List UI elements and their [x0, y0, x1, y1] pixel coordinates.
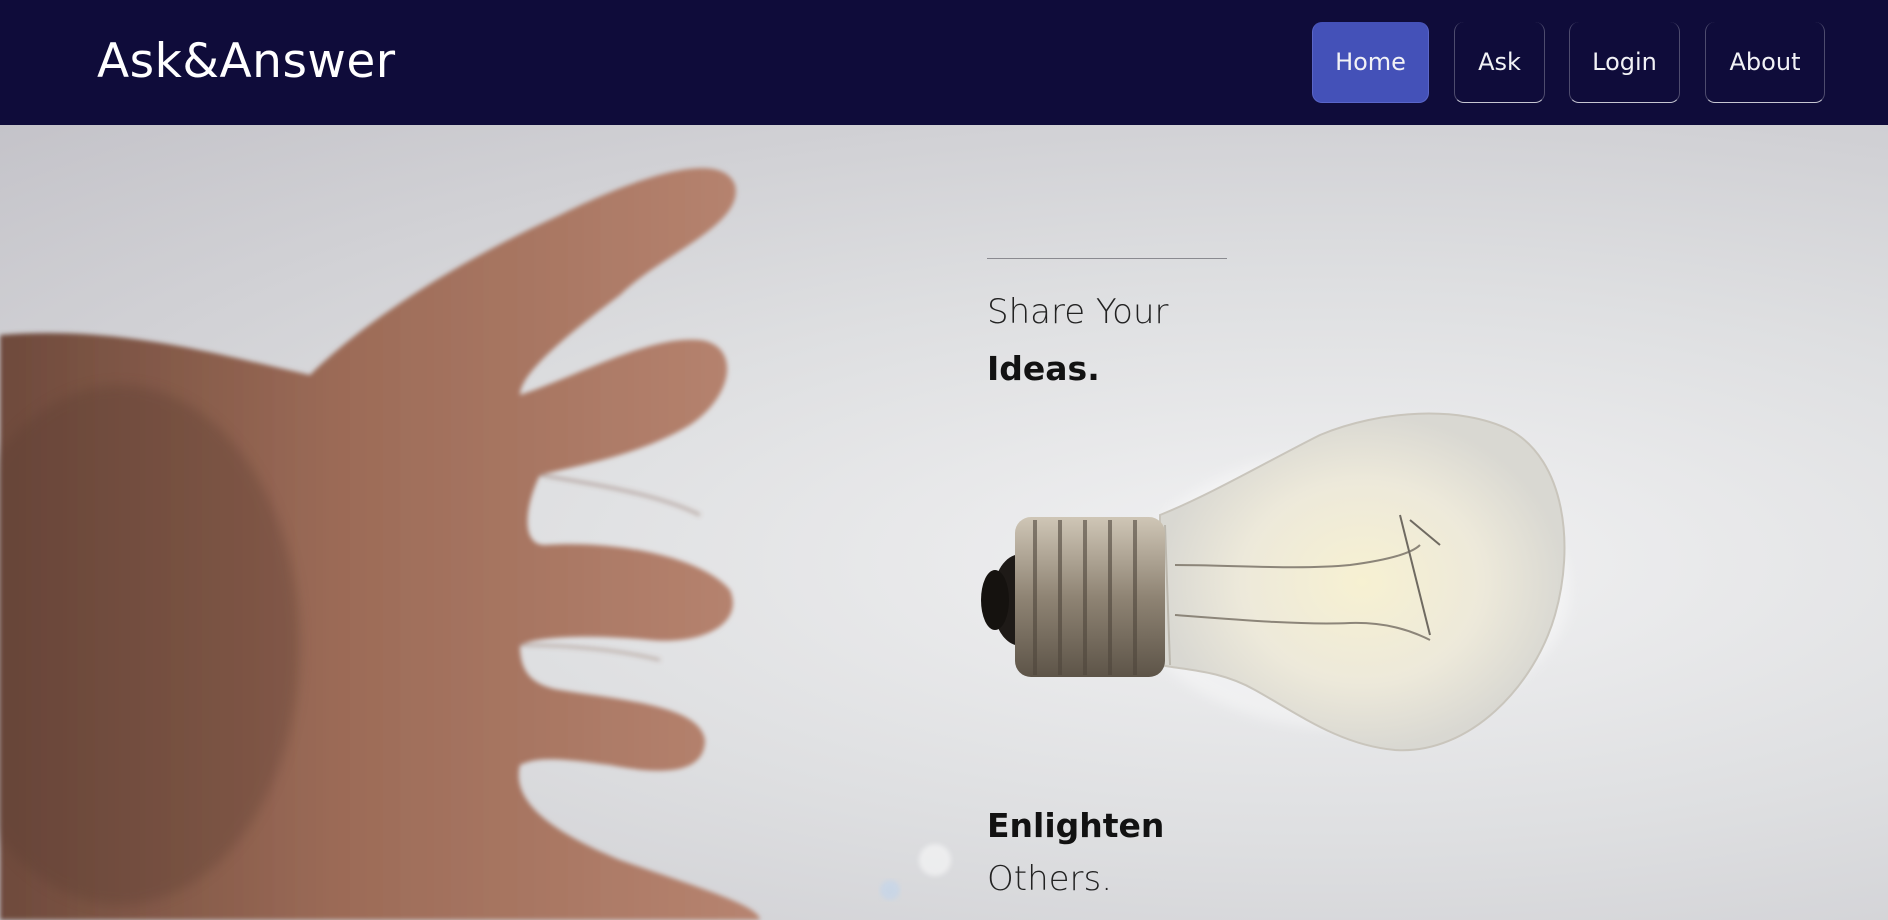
nav-links: Home Ask Login About: [0, 22, 1888, 104]
hero-section: Share Your Ideas. Enlighten Others.: [0, 125, 1888, 920]
nav-ask-button[interactable]: Ask: [1454, 22, 1545, 103]
hero-image: [0, 168, 1570, 920]
navbar: Ask&Answer Home Ask Login About: [0, 0, 1888, 125]
nav-about-button[interactable]: About: [1705, 22, 1825, 103]
nav-home-button[interactable]: Home: [1312, 22, 1429, 103]
nav-login-button[interactable]: Login: [1569, 22, 1680, 103]
hero-line-ideas: Ideas.: [987, 349, 1100, 388]
hero-line-others: Others.: [987, 859, 1113, 899]
hero-line-enlighten: Enlighten: [987, 806, 1165, 845]
hero-line-share-your: Share Your: [987, 292, 1169, 332]
hero-divider: [987, 258, 1227, 259]
light-bulb-illustration: [981, 412, 1570, 752]
